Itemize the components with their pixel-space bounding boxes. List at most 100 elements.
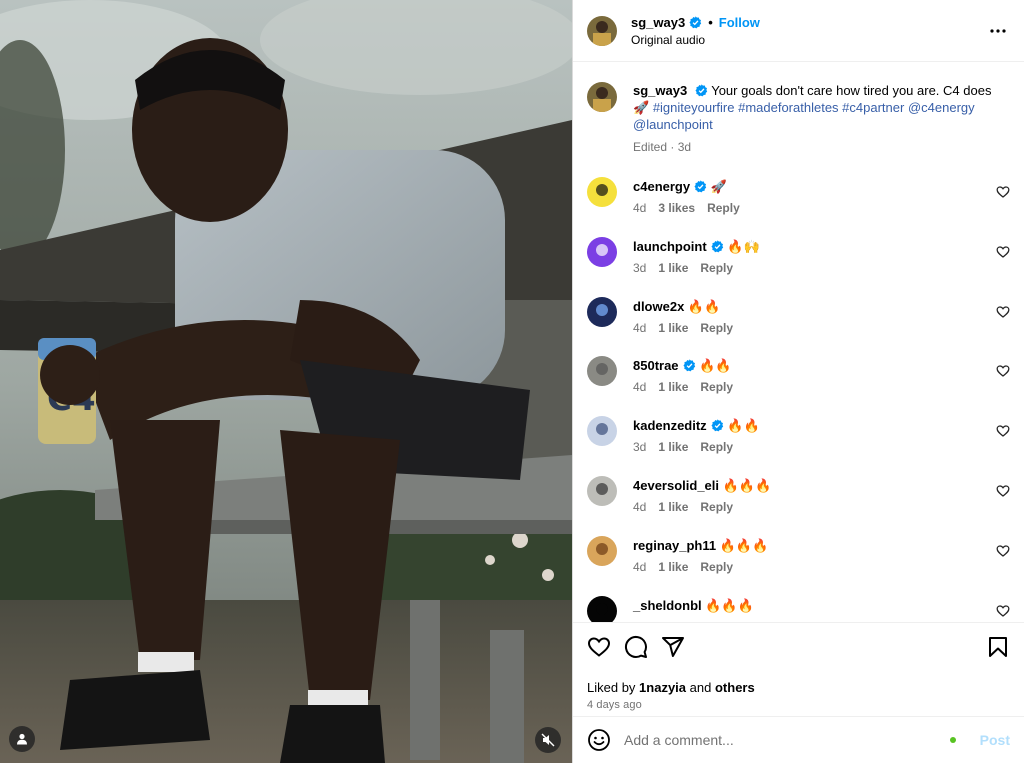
- comment-container: c4energy 🚀 4d 3 likes Reply launchpoint …: [587, 171, 1010, 622]
- comment-time[interactable]: 4d: [633, 560, 646, 574]
- liked-by-prefix: Liked by: [587, 680, 636, 695]
- comment-heart-icon[interactable]: [996, 604, 1010, 618]
- commenter-avatar[interactable]: [587, 475, 617, 506]
- commenter-username[interactable]: kadenzeditz: [633, 418, 707, 433]
- author-username[interactable]: sg_way3: [631, 15, 685, 30]
- post-header: sg_way3 • Follow Original audio: [573, 0, 1024, 62]
- commenter-avatar[interactable]: [587, 236, 617, 267]
- reply-button[interactable]: Reply: [700, 560, 733, 574]
- reply-button[interactable]: Reply: [707, 201, 740, 215]
- comment-heart-icon[interactable]: [996, 484, 1010, 498]
- caption-username[interactable]: sg_way3: [633, 83, 687, 98]
- commenter-username[interactable]: _sheldonbl: [633, 598, 702, 613]
- commenter-avatar[interactable]: [587, 595, 617, 622]
- commenter-username[interactable]: 850trae: [633, 358, 679, 373]
- comment-row: _sheldonbl 🔥🔥🔥 4d 1 like Reply: [587, 590, 1010, 622]
- comment-likes[interactable]: 1 like: [658, 380, 688, 394]
- comment-likes[interactable]: 1 like: [658, 440, 688, 454]
- reply-button[interactable]: Reply: [700, 440, 733, 454]
- commenter-username[interactable]: reginay_ph11: [633, 538, 716, 553]
- post-sidebar: sg_way3 • Follow Original audio sg_way3 …: [572, 0, 1024, 763]
- post-actions: Liked by 1nazyia and others 4 days ago: [573, 622, 1024, 716]
- comment-heart-icon[interactable]: [996, 424, 1010, 438]
- post-comment-button[interactable]: Post: [980, 732, 1010, 748]
- audio-label[interactable]: Original audio: [631, 33, 986, 47]
- comment-heart-icon[interactable]: [996, 245, 1010, 259]
- comment-likes[interactable]: 1 like: [658, 500, 688, 514]
- comment-likes[interactable]: 3 likes: [658, 201, 695, 215]
- comment-time[interactable]: 4d: [633, 500, 646, 514]
- emoji-icon[interactable]: [587, 728, 611, 752]
- comment-row: 850trae 🔥🔥 4d 1 like Reply: [587, 350, 1010, 410]
- header-info: sg_way3 • Follow Original audio: [631, 15, 986, 47]
- comment-heart-icon[interactable]: [996, 305, 1010, 319]
- comment-text: 🔥🔥🔥: [705, 597, 754, 613]
- comment-icon[interactable]: [624, 635, 648, 659]
- commenter-avatar[interactable]: [587, 177, 617, 207]
- mention-link[interactable]: @launchpoint: [633, 117, 713, 132]
- reply-button[interactable]: Reply: [700, 380, 733, 394]
- reply-button[interactable]: Reply: [700, 500, 733, 514]
- avatar-image: [587, 82, 617, 112]
- liked-by-others-link[interactable]: others: [715, 680, 755, 695]
- comment-input[interactable]: [624, 732, 950, 748]
- heart-icon[interactable]: [587, 635, 611, 659]
- post-time[interactable]: 4 days ago: [587, 699, 1010, 711]
- commenter-username[interactable]: launchpoint: [633, 239, 707, 254]
- comment-text: 🔥🙌: [727, 238, 760, 254]
- mute-button[interactable]: [535, 727, 561, 753]
- comment-heart-icon[interactable]: [996, 364, 1010, 378]
- comment-heart-icon[interactable]: [996, 544, 1010, 558]
- caption-author-avatar[interactable]: [587, 82, 617, 112]
- reply-button[interactable]: Reply: [700, 261, 733, 275]
- comment-heart-icon[interactable]: [996, 185, 1010, 199]
- commenter-avatar[interactable]: [587, 416, 617, 447]
- author-avatar[interactable]: [587, 15, 617, 46]
- commenter-username[interactable]: 4eversolid_eli: [633, 478, 719, 493]
- comment-time[interactable]: 4d: [633, 321, 646, 335]
- avatar-image: [587, 177, 617, 207]
- more-options-button[interactable]: [986, 19, 1010, 43]
- avatar-image: [587, 356, 617, 387]
- post-video[interactable]: C4: [0, 0, 572, 763]
- verified-badge-icon: [711, 419, 723, 432]
- hashtag-link[interactable]: #madeforathletes: [738, 100, 838, 115]
- liked-by-user-link[interactable]: 1nazyia: [639, 680, 686, 695]
- speaker-muted-icon: [541, 733, 555, 747]
- avatar-image: [587, 236, 617, 267]
- comment-likes[interactable]: 1 like: [658, 560, 688, 574]
- comment-text: 🔥🔥🔥: [722, 477, 772, 493]
- comment-row: reginay_ph11 🔥🔥🔥 4d 1 like Reply: [587, 530, 1010, 590]
- comment-time[interactable]: 3d: [633, 440, 646, 454]
- hashtag-link[interactable]: #c4partner: [842, 100, 904, 115]
- bookmark-icon[interactable]: [986, 635, 1010, 659]
- comments-list[interactable]: sg_way3 Your goals don't care how tired …: [573, 62, 1024, 622]
- comment-row: kadenzeditz 🔥🔥 3d 1 like Reply: [587, 410, 1010, 470]
- caption-time[interactable]: 3d: [678, 140, 691, 154]
- comment-time[interactable]: 3d: [633, 261, 646, 275]
- reply-button[interactable]: Reply: [700, 321, 733, 335]
- share-icon[interactable]: [661, 635, 685, 659]
- comment-text: 🔥🔥🔥: [719, 537, 769, 553]
- commenter-avatar[interactable]: [587, 535, 617, 566]
- comment-time[interactable]: 4d: [633, 201, 646, 215]
- verified-badge-icon: [683, 359, 695, 372]
- commenter-avatar[interactable]: [587, 296, 617, 327]
- commenter-avatar[interactable]: [587, 356, 617, 387]
- video-frame: C4: [0, 0, 572, 763]
- commenter-username[interactable]: c4energy: [633, 179, 690, 194]
- comment-time[interactable]: 4d: [633, 380, 646, 394]
- post-modal: C4: [0, 0, 1024, 763]
- tagged-users-button[interactable]: [9, 726, 35, 752]
- verified-badge-icon: [689, 15, 702, 28]
- mention-link[interactable]: @c4energy: [908, 100, 975, 115]
- comment-likes[interactable]: 1 like: [658, 261, 688, 275]
- avatar-image: [587, 595, 617, 622]
- separator-dot: •: [708, 14, 713, 30]
- follow-button[interactable]: Follow: [719, 15, 760, 30]
- commenter-username[interactable]: dlowe2x: [633, 299, 684, 314]
- comment-likes[interactable]: 1 like: [658, 321, 688, 335]
- comment-text: 🚀: [710, 179, 727, 194]
- likes-summary: Liked by 1nazyia and others: [587, 680, 1010, 695]
- hashtag-link[interactable]: #igniteyourfire: [653, 100, 735, 115]
